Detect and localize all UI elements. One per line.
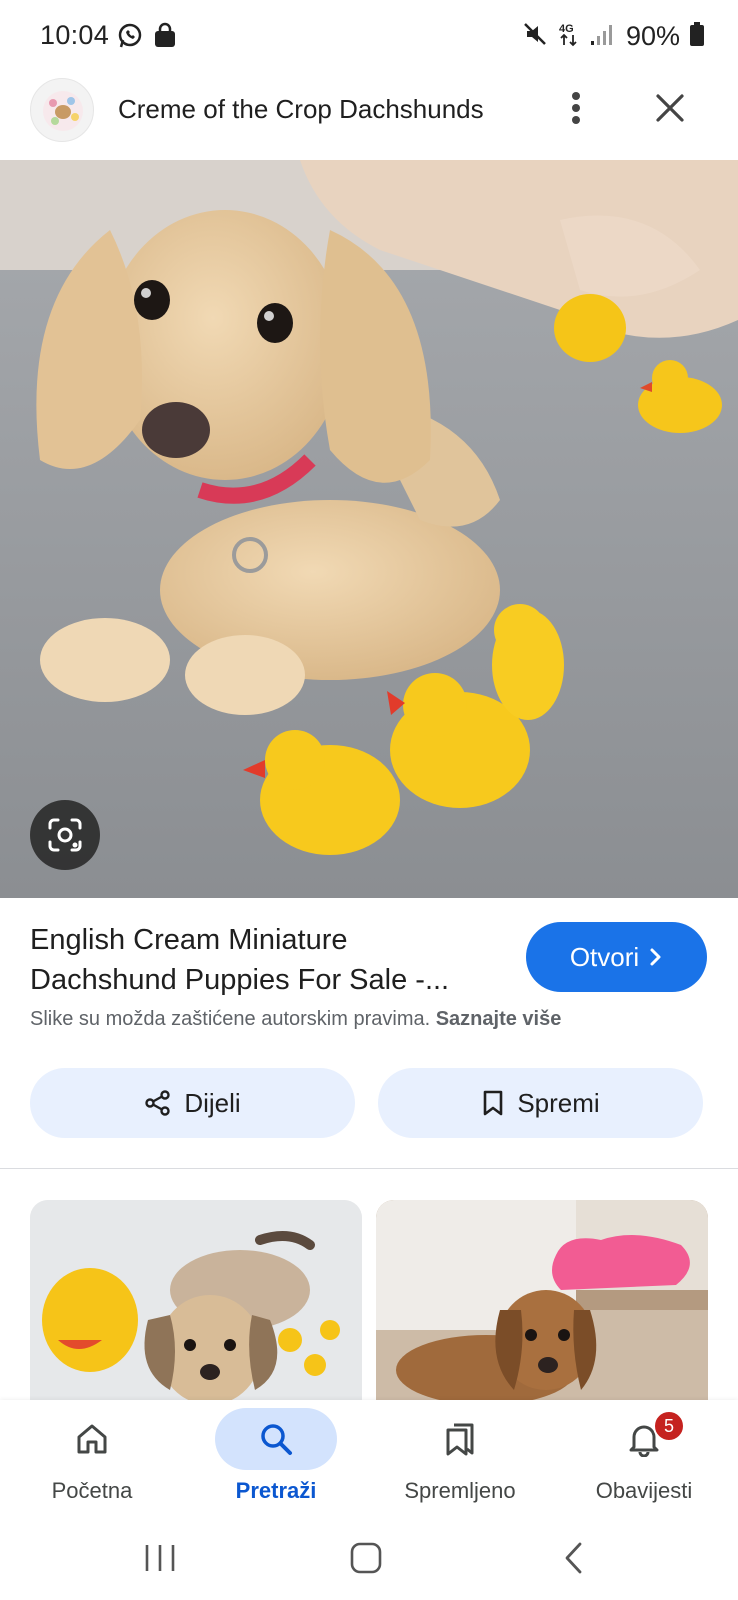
save-label: Spremi: [517, 1087, 600, 1118]
related-image[interactable]: [376, 1200, 708, 1400]
learn-more-link[interactable]: Saznajte više: [436, 1008, 562, 1030]
bookmark-icon: [484, 1090, 503, 1116]
related-puppy-photo: [30, 1200, 362, 1400]
recent-apps-icon: [145, 1545, 175, 1571]
result-title[interactable]: English Cream Miniature Dachshund Puppie…: [30, 920, 500, 1000]
recent-apps-button[interactable]: [130, 1536, 190, 1580]
nav-item-saved[interactable]: Spremljeno: [368, 1400, 552, 1520]
svg-text:4G: 4G: [559, 23, 574, 35]
signal-icon: [590, 22, 616, 51]
copyright-text: Slike su možda zaštićene autorskim pravi…: [30, 1008, 431, 1030]
related-puppy-photo: [376, 1200, 708, 1400]
dachshund-photo: [0, 160, 738, 898]
nav-label: Obavijesti: [595, 1478, 693, 1503]
share-label: Dijeli: [184, 1087, 241, 1118]
status-bar: 10:04 4G 90%: [0, 0, 738, 76]
close-icon: [656, 94, 684, 122]
home-square-icon: [350, 1542, 382, 1574]
page-title: Creme of the Crop Dachshunds: [118, 94, 484, 124]
system-navigation-bar: [0, 1520, 738, 1600]
save-button[interactable]: Spremi: [378, 1068, 703, 1138]
notification-badge: 5: [653, 1410, 685, 1442]
saved-icon: [446, 1423, 474, 1456]
google-lens-icon: [48, 818, 82, 852]
share-icon: [145, 1090, 171, 1116]
nav-label: Spremljeno: [404, 1478, 516, 1503]
nav-label: Pretraži: [235, 1478, 317, 1503]
close-button[interactable]: [646, 84, 694, 132]
nav-item-notifications[interactable]: 5 Obavijesti: [552, 1400, 736, 1520]
related-image[interactable]: [30, 1200, 362, 1400]
google-lens-button[interactable]: [30, 800, 100, 870]
back-button[interactable]: [544, 1536, 604, 1580]
home-system-button[interactable]: [336, 1536, 396, 1580]
open-button[interactable]: Otvori: [526, 922, 707, 992]
4g-icon: 4G: [558, 20, 580, 53]
nav-label: Početna: [51, 1478, 133, 1503]
header: Creme of the Crop Dachshunds: [0, 76, 738, 160]
more-options-button[interactable]: [554, 86, 598, 130]
back-icon: [565, 1542, 582, 1574]
open-button-label: Otvori: [569, 941, 640, 972]
chevron-right-icon: [650, 948, 661, 966]
home-icon: [77, 1424, 107, 1454]
shopping-bag-icon: [152, 22, 178, 55]
nav-item-search[interactable]: Pretraži: [184, 1400, 368, 1520]
main-image[interactable]: [0, 160, 738, 898]
site-logo[interactable]: [30, 78, 94, 142]
bottom-navigation: Početna Pretraži Spremljeno 5 Obavijesti: [0, 1400, 738, 1520]
copyright-notice: Slike su možda zaštićene autorskim pravi…: [30, 1008, 561, 1031]
nav-item-home[interactable]: Početna: [0, 1400, 184, 1520]
more-vert-icon: [572, 92, 580, 124]
battery-percentage: 90%: [625, 21, 680, 51]
search-icon: [261, 1424, 292, 1455]
battery-icon: [690, 22, 704, 51]
mute-icon: [522, 21, 548, 52]
whatsapp-icon: [116, 22, 144, 55]
share-button[interactable]: Dijeli: [30, 1068, 355, 1138]
divider: [0, 1168, 738, 1169]
status-time: 10:04: [40, 20, 110, 50]
